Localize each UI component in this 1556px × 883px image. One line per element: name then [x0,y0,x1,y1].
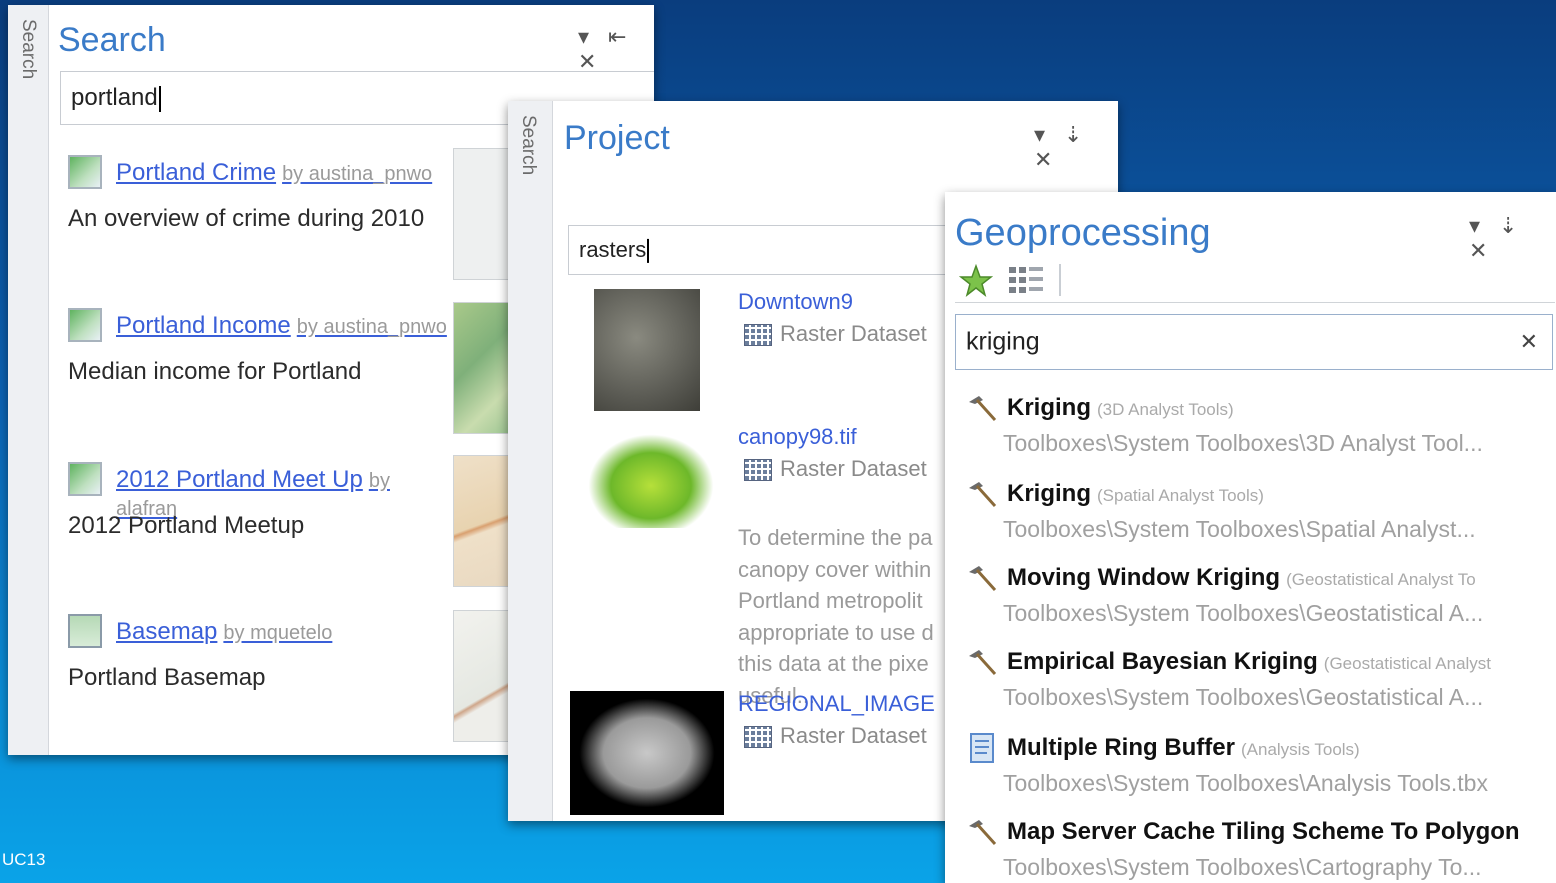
raster-dataset-icon [744,324,772,347]
project-side-tab[interactable]: Search [508,101,553,821]
description-line: Portland metropolit [738,588,923,613]
tool-name[interactable]: Kriging [1007,394,1091,421]
result-title[interactable]: Portland Crime [116,159,276,186]
search-result[interactable]: Basemap by mquetelo Portland Basemap [68,612,448,691]
result-title[interactable]: 2012 Portland Meet Up [116,466,363,493]
geoprocessing-search-text: kriging [966,327,1040,356]
search-side-tab[interactable]: Search [8,5,49,755]
hammer-icon [969,650,997,676]
search-side-tab-label: Search [18,19,39,80]
item-name[interactable]: REGIONAL_IMAGE [738,691,935,717]
result-title[interactable]: Portland Income [116,312,291,339]
search-input-text: portland [71,84,158,111]
project-pane-controls[interactable]: ▾ ⇣ ✕ [1034,123,1118,173]
tool-toolbox: (3D Analyst Tools) [1097,400,1234,419]
search-result[interactable]: Portland Income by austina_pnwo Median in… [68,306,448,385]
toolbar-separator [1059,264,1061,296]
script-icon [970,733,994,763]
search-pane-controls[interactable]: ▾ ⇤ ✕ [578,25,654,75]
raster-thumbnail [594,289,700,411]
item-type: Raster Dataset [780,321,927,346]
result-owner: by austina_pnwo [282,163,433,185]
map-icon [68,308,102,342]
tool-path: Toolboxes\System Toolboxes\Spatial Analy… [1003,516,1476,542]
item-description: To determine the pa canopy cover within … [738,522,934,711]
hammer-icon [969,820,997,846]
result-description: Median income for Portland [68,358,362,385]
tool-name[interactable]: Empirical Bayesian Kriging [1007,648,1318,675]
clear-search-icon[interactable]: ✕ [1520,329,1538,355]
footer-label: UC13 [2,850,46,869]
geoprocessing-pane-title: Geoprocessing [955,212,1211,254]
search-result[interactable]: Portland Crime by austina_pnwo An overvie… [68,153,448,232]
monitor-icon [68,614,102,648]
item-name[interactable]: canopy98.tif [738,424,857,450]
description-line: this data at the pixe [738,651,929,676]
geoprocessing-pane: Geoprocessing ▾ ⇣ ✕ kriging ✕ Kriging (3D… [945,192,1556,883]
project-side-tab-label: Search [518,115,539,176]
description-line: To determine the pa [738,525,933,550]
raster-dataset-icon [744,459,772,482]
result-description: 2012 Portland Meetup [68,512,305,539]
item-name[interactable]: Downtown9 [738,289,853,315]
item-type: Raster Dataset [780,723,927,748]
hammer-icon [969,482,997,508]
hammer-icon [969,566,997,592]
geoprocessing-search-input[interactable]: kriging ✕ [955,314,1553,370]
tool-name[interactable]: Multiple Ring Buffer [1007,734,1235,761]
favorites-star-icon[interactable] [959,264,993,298]
result-description: An overview of crime during 2010 [68,205,425,232]
item-type: Raster Dataset [780,456,927,481]
raster-thumbnail [570,691,724,815]
search-pane-title: Search [58,21,166,59]
description-line: canopy cover within [738,556,932,582]
hammer-icon [969,396,997,422]
description-line: appropriate to use d [738,619,934,645]
geoprocessing-toolbar [955,260,1555,303]
result-title-link[interactable]: Portland Crime by austina_pnwo [116,159,432,187]
project-pane-title: Project [564,119,670,157]
result-title-link[interactable]: Portland Income by austina_pnwo [116,312,447,340]
raster-dataset-icon [744,726,772,749]
toolboxes-list-icon[interactable] [1007,264,1047,298]
map-icon [68,462,102,496]
tool-name[interactable]: Kriging [1007,480,1091,507]
result-description: Portland Basemap [68,664,266,691]
tool-path: Toolboxes\System Toolboxes\Analysis Tool… [1003,770,1488,796]
tool-path: Toolboxes\System Toolboxes\Cartography T… [1003,854,1482,880]
result-title[interactable]: Basemap [116,618,217,645]
tool-toolbox: (Geostatistical Analyst To [1286,570,1476,589]
search-result[interactable]: 2012 Portland Meet Up by alafran 2012 Por… [68,460,448,539]
geoprocessing-pane-controls[interactable]: ▾ ⇣ ✕ [1469,214,1556,264]
tool-toolbox: (Analysis Tools) [1240,740,1360,759]
raster-thumbnail [588,434,714,528]
map-icon [68,155,102,189]
tool-toolbox: (Geostatistical Analyst [1323,654,1492,673]
result-owner: by austina_pnwo [296,316,447,338]
result-title-link[interactable]: Basemap by mquetelo [116,618,332,646]
tool-path: Toolboxes\System Toolboxes\3D Analyst To… [1003,430,1483,456]
tool-name[interactable]: Map Server Cache Tiling Scheme To Polygo… [1007,818,1520,845]
tool-toolbox: (Spatial Analyst Tools) [1097,486,1264,505]
result-owner: by mquetelo [223,622,333,644]
tool-path: Toolboxes\System Toolboxes\Geostatistica… [1003,684,1484,710]
tool-name[interactable]: Moving Window Kriging [1007,564,1280,591]
project-search-text: rasters [579,236,647,262]
tool-path: Toolboxes\System Toolboxes\Geostatistica… [1003,600,1484,626]
